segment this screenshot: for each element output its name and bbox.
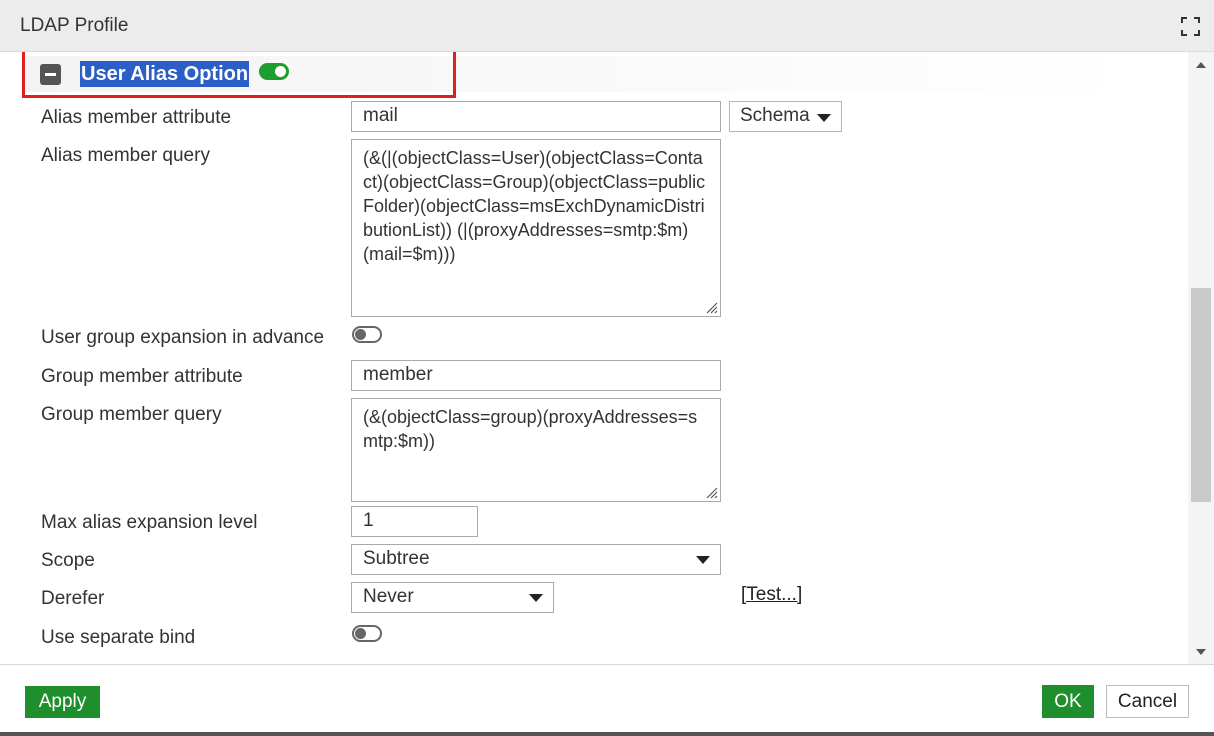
- dialog-footer: Apply OK Cancel: [0, 664, 1214, 736]
- max-alias-expansion-label: Max alias expansion level: [41, 512, 258, 533]
- derefer-select[interactable]: Never: [351, 582, 554, 613]
- alias-member-query-label: Alias member query: [41, 145, 210, 166]
- use-separate-bind-toggle[interactable]: [352, 625, 382, 642]
- test-link[interactable]: [Test...]: [741, 584, 802, 606]
- group-member-query-label: Group member query: [41, 404, 222, 425]
- derefer-label: Derefer: [41, 588, 105, 609]
- scroll-up-icon[interactable]: [1196, 62, 1206, 68]
- chevron-down-icon: [529, 594, 543, 602]
- schema-dropdown-button[interactable]: Schema: [729, 101, 842, 132]
- group-member-attribute-input[interactable]: member: [351, 360, 721, 391]
- dialog-content: User Alias Option Alias member attribute…: [0, 52, 1188, 664]
- chevron-down-icon: [817, 114, 831, 122]
- alias-member-query-textarea[interactable]: (&(|(objectClass=User)(objectClass=Conta…: [351, 139, 721, 317]
- ok-button[interactable]: OK: [1042, 685, 1094, 718]
- dialog-titlebar: LDAP Profile: [0, 0, 1214, 52]
- chevron-down-icon: [696, 556, 710, 564]
- user-group-expansion-label: User group expansion in advance: [41, 327, 325, 348]
- scroll-down-icon[interactable]: [1196, 649, 1206, 655]
- scope-value: Subtree: [363, 548, 430, 569]
- use-separate-bind-label: Use separate bind: [41, 627, 196, 648]
- user-group-expansion-toggle[interactable]: [352, 326, 382, 343]
- vertical-scrollbar[interactable]: [1188, 52, 1214, 664]
- alias-member-attribute-input[interactable]: mail: [351, 101, 721, 132]
- resize-grip-icon[interactable]: [706, 487, 718, 499]
- resize-grip-icon[interactable]: [706, 302, 718, 314]
- alias-member-query-text: (&(|(objectClass=User)(objectClass=Conta…: [363, 148, 706, 264]
- scope-label: Scope: [41, 550, 95, 571]
- section-title: User Alias Option: [80, 61, 250, 87]
- derefer-value: Never: [363, 586, 414, 607]
- group-member-query-textarea[interactable]: (&(objectClass=group)(proxyAddresses=smt…: [351, 398, 721, 502]
- alias-member-attribute-label: Alias member attribute: [41, 107, 232, 128]
- maximize-icon[interactable]: [1181, 17, 1200, 36]
- group-member-query-text: (&(objectClass=group)(proxyAddresses=smt…: [363, 407, 698, 451]
- group-member-attribute-label: Group member attribute: [41, 366, 243, 387]
- footer-bottom-border: [0, 732, 1214, 736]
- scope-select[interactable]: Subtree: [351, 544, 721, 575]
- dialog-title: LDAP Profile: [20, 15, 129, 36]
- minus-square-icon[interactable]: [40, 64, 61, 85]
- user-alias-option-toggle[interactable]: [259, 63, 289, 80]
- schema-button-label: Schema: [740, 105, 810, 126]
- cancel-button[interactable]: Cancel: [1106, 685, 1189, 718]
- max-alias-expansion-input[interactable]: 1: [351, 506, 478, 537]
- scroll-thumb[interactable]: [1191, 288, 1211, 502]
- apply-button[interactable]: Apply: [25, 686, 100, 718]
